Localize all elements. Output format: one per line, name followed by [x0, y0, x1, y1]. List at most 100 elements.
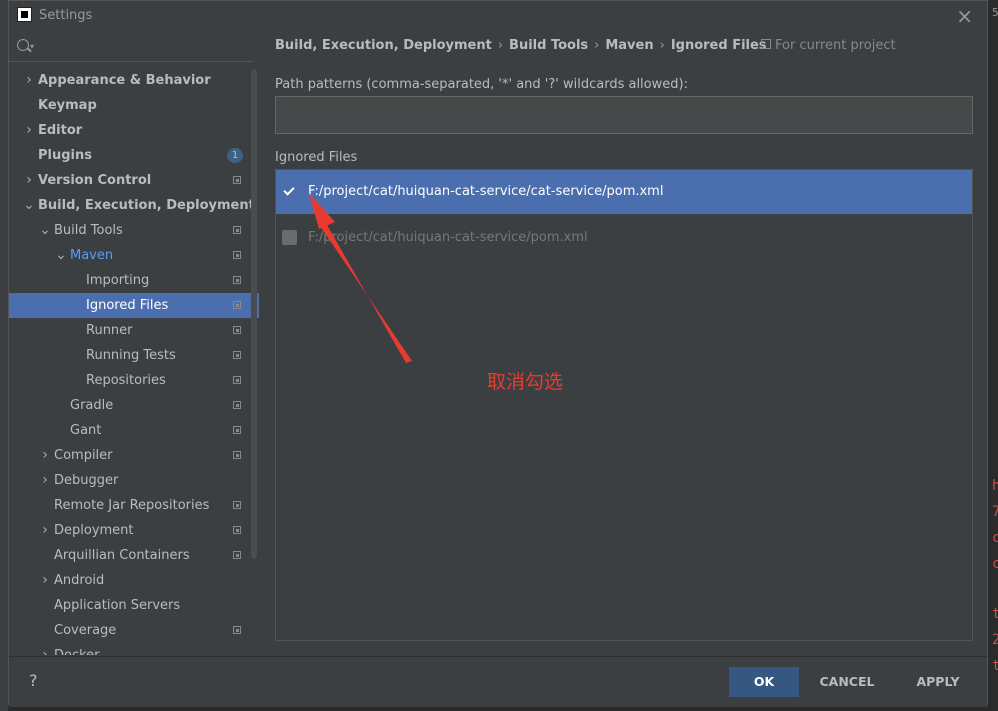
chevron-right-icon[interactable]: ›	[39, 468, 51, 493]
settings-sidebar: ▾ › Appearance & Behavior Keymap › Editor Plu…	[9, 33, 259, 655]
ignored-file-path: F:/project/cat/huiquan-cat-service/pom.x…	[308, 230, 588, 245]
ignored-files-label: Ignored Files	[275, 150, 358, 165]
search-icon	[17, 39, 29, 51]
sidebar-item-plugins[interactable]: Plugins 1	[9, 143, 259, 168]
chevron-down-icon[interactable]: ⌄	[23, 193, 35, 218]
window-title: Settings	[39, 8, 93, 23]
chevron-right-icon[interactable]: ›	[23, 68, 35, 93]
sidebar-item-repositories[interactable]: Repositories	[9, 368, 259, 393]
path-patterns-input[interactable]	[275, 96, 973, 134]
background-code-char: c	[992, 530, 998, 546]
breadcrumb-item[interactable]: Build, Execution, Deployment	[275, 38, 492, 53]
background-code-char: c	[992, 556, 998, 572]
close-icon[interactable]: ×	[956, 4, 973, 28]
sidebar-item-editor[interactable]: › Editor	[9, 118, 259, 143]
background-ide-right: 5 h 7 cc t 2 t	[988, 0, 998, 711]
breadcrumb: Build, Execution, Deployment › Build Tools…	[275, 38, 767, 53]
breadcrumb-item[interactable]: Build Tools	[509, 38, 588, 53]
chevron-right-icon[interactable]: ›	[39, 518, 51, 543]
project-scope-icon	[233, 251, 241, 259]
background-text: 5	[992, 6, 998, 19]
sidebar-scrollbar[interactable]	[251, 69, 257, 559]
sidebar-item-appearance-behavior[interactable]: › Appearance & Behavior	[9, 68, 259, 93]
sidebar-item-gant[interactable]: Gant	[9, 418, 259, 443]
project-scope-icon	[233, 526, 241, 534]
breadcrumb-item[interactable]: Maven	[605, 38, 653, 53]
sidebar-item-android[interactable]: › Android	[9, 568, 259, 593]
cancel-button[interactable]: CANCEL	[809, 667, 885, 697]
sidebar-item-label: Ignored Files	[86, 298, 169, 313]
sidebar-item-ignored-files[interactable]: Ignored Files	[9, 293, 259, 318]
chevron-right-icon[interactable]: ›	[39, 643, 51, 655]
chevron-right-icon[interactable]: ›	[23, 118, 35, 143]
checkbox-unchecked[interactable]	[282, 230, 297, 245]
project-scope-icon	[233, 376, 241, 384]
background-ide-left	[0, 0, 8, 711]
sidebar-item-running-tests[interactable]: Running Tests	[9, 343, 259, 368]
sidebar-item-gradle[interactable]: Gradle	[9, 393, 259, 418]
sidebar-item-deployment[interactable]: › Deployment	[9, 518, 259, 543]
sidebar-item-label: Application Servers	[54, 598, 181, 613]
sidebar-item-label: Build, Execution, Deployment	[38, 198, 255, 213]
chevron-right-icon[interactable]: ›	[39, 568, 51, 593]
project-scope-icon	[233, 326, 241, 334]
chevron-down-icon[interactable]: ⌄	[39, 218, 51, 243]
sidebar-item-arquillian-containers[interactable]: Arquillian Containers	[9, 543, 259, 568]
sidebar-item-label: Remote Jar Repositories	[54, 498, 210, 513]
sidebar-item-compiler[interactable]: › Compiler	[9, 443, 259, 468]
project-scope-icon	[233, 276, 241, 284]
sidebar-item-label: Appearance & Behavior	[38, 73, 211, 88]
project-scope-icon	[233, 401, 241, 409]
ignored-file-path: F:/project/cat/huiquan-cat-service/cat-s…	[308, 184, 664, 199]
sidebar-item-keymap[interactable]: Keymap	[9, 93, 259, 118]
sidebar-item-maven[interactable]: ⌄ Maven	[9, 243, 259, 268]
ignored-file-row[interactable]: F:/project/cat/huiquan-cat-service/cat-s…	[276, 170, 972, 214]
project-scope-icon	[233, 626, 241, 634]
breadcrumb-separator: ›	[659, 38, 665, 53]
ignored-file-row[interactable]: F:/project/cat/huiquan-cat-service/pom.x…	[276, 216, 972, 260]
sidebar-item-runner[interactable]: Runner	[9, 318, 259, 343]
path-patterns-label: Path patterns (comma-separated, '*' and …	[275, 77, 688, 92]
sidebar-item-application-servers[interactable]: Application Servers	[9, 593, 259, 618]
sidebar-item-build-execution-deployment[interactable]: ⌄ Build, Execution, Deployment	[9, 193, 259, 218]
chevron-right-icon[interactable]: ›	[23, 168, 35, 193]
annotation-text: 取消勾选	[487, 371, 564, 393]
project-scope-icon	[761, 39, 771, 49]
sidebar-item-label: Repositories	[86, 373, 166, 388]
sidebar-item-debugger[interactable]: › Debugger	[9, 468, 259, 493]
sidebar-item-importing[interactable]: Importing	[9, 268, 259, 293]
help-button[interactable]: ?	[29, 671, 38, 690]
sidebar-item-label: Deployment	[54, 523, 134, 538]
sidebar-item-label: Runner	[86, 323, 133, 338]
breadcrumb-item[interactable]: Ignored Files	[671, 38, 767, 53]
sidebar-item-version-control[interactable]: › Version Control	[9, 168, 259, 193]
sidebar-item-label: Arquillian Containers	[54, 548, 190, 563]
settings-search-input[interactable]: ▾	[9, 33, 253, 62]
background-code-char: t	[992, 606, 998, 622]
sidebar-item-remote-jar-repositories[interactable]: Remote Jar Repositories	[9, 493, 259, 518]
settings-dialog: Settings × ▾ › Appearance & Behavior Keyma…	[8, 0, 988, 707]
ok-button[interactable]: OK	[729, 667, 799, 697]
scope-label: For current project	[775, 38, 896, 53]
sidebar-item-build-tools[interactable]: ⌄ Build Tools	[9, 218, 259, 243]
project-scope-icon	[233, 226, 241, 234]
sidebar-item-label: Running Tests	[86, 348, 176, 363]
dialog-footer: ? OK CANCEL APPLY	[9, 656, 987, 707]
sidebar-item-label: Coverage	[54, 623, 117, 638]
background-code-char: 7	[992, 504, 998, 520]
sidebar-item-label: Keymap	[38, 98, 97, 113]
breadcrumb-separator: ›	[497, 38, 504, 53]
title-bar: Settings ×	[9, 1, 987, 31]
background-code-char: 2	[992, 632, 998, 648]
chevron-right-icon[interactable]: ›	[39, 443, 51, 468]
sidebar-item-docker[interactable]: ›Docker	[9, 643, 259, 655]
settings-content: Build, Execution, Deployment › Build Tools…	[275, 33, 975, 655]
sidebar-item-label: Plugins	[38, 148, 92, 163]
checkbox-checked[interactable]	[282, 184, 297, 199]
sidebar-item-label: Android	[54, 573, 105, 588]
sidebar-item-coverage[interactable]: Coverage	[9, 618, 259, 643]
apply-button[interactable]: APPLY	[903, 667, 973, 697]
chevron-down-icon[interactable]: ⌄	[55, 243, 67, 268]
sidebar-item-label: Docker	[54, 643, 100, 655]
sidebar-item-label: Importing	[86, 273, 150, 288]
